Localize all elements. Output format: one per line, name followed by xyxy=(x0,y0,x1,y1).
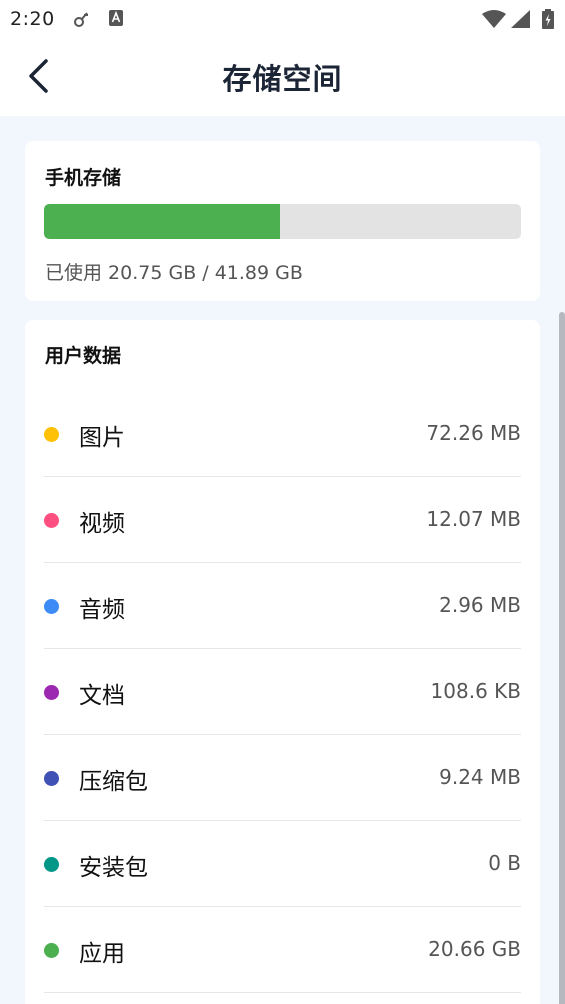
list-item-size: 72.26 MB xyxy=(426,421,521,445)
apps-color-dot xyxy=(44,943,59,958)
images-color-dot xyxy=(44,427,59,442)
storage-progress-fill xyxy=(44,204,281,239)
divider xyxy=(44,992,521,993)
list-item-archives[interactable]: 压缩包 9.24 MB xyxy=(44,735,521,821)
installers-color-dot xyxy=(44,857,59,872)
user-data-title: 用户数据 xyxy=(45,345,122,367)
list-item-videos[interactable]: 视频 12.07 MB xyxy=(44,477,521,563)
list-item-label: 图片 xyxy=(79,425,125,451)
storage-usage-text: 已使用 20.75 GB / 41.89 GB xyxy=(45,262,303,284)
list-item-label: 安装包 xyxy=(79,855,148,881)
list-item-documents[interactable]: 文档 108.6 KB xyxy=(44,649,521,735)
wifi-icon xyxy=(482,10,506,32)
text-notification-icon xyxy=(108,9,124,31)
list-item-label: 视频 xyxy=(79,511,125,537)
list-item-audio[interactable]: 音频 2.96 MB xyxy=(44,563,521,649)
documents-color-dot xyxy=(44,685,59,700)
content-area: 手机存储 已使用 20.75 GB / 41.89 GB 用户数据 图片 72.… xyxy=(0,116,565,1004)
cell-signal-icon xyxy=(511,10,531,32)
list-item-installers[interactable]: 安装包 0 B xyxy=(44,821,521,907)
videos-color-dot xyxy=(44,513,59,528)
list-item-apps[interactable]: 应用 20.66 GB xyxy=(44,907,521,993)
page-title: 存储空间 xyxy=(222,62,343,96)
app-bar: 存储空间 xyxy=(0,38,565,116)
list-item-size: 2.96 MB xyxy=(439,593,521,617)
scrollbar[interactable] xyxy=(559,312,565,1004)
user-data-card: 用户数据 图片 72.26 MB 视频 12.07 MB 音频 2.96 MB … xyxy=(25,320,540,1004)
audio-color-dot xyxy=(44,599,59,614)
list-item-size: 9.24 MB xyxy=(439,765,521,789)
status-bar: 2:20 xyxy=(0,0,565,38)
list-item-size: 20.66 GB xyxy=(428,937,521,961)
list-item-label: 文档 xyxy=(79,683,125,709)
storage-progress-bar xyxy=(44,204,521,239)
phone-storage-title: 手机存储 xyxy=(45,167,122,189)
phone-storage-card: 手机存储 已使用 20.75 GB / 41.89 GB xyxy=(25,141,540,301)
list-item-label: 音频 xyxy=(79,597,125,623)
status-time: 2:20 xyxy=(10,8,55,30)
list-item-size: 108.6 KB xyxy=(430,679,521,703)
battery-icon xyxy=(541,9,555,33)
list-item-size: 12.07 MB xyxy=(426,507,521,531)
list-item-images[interactable]: 图片 72.26 MB xyxy=(44,391,521,477)
link-notification-icon xyxy=(72,9,92,33)
list-item-size: 0 B xyxy=(488,851,521,875)
list-item-label: 应用 xyxy=(79,941,125,967)
archives-color-dot xyxy=(44,771,59,786)
list-item-label: 压缩包 xyxy=(79,769,148,795)
